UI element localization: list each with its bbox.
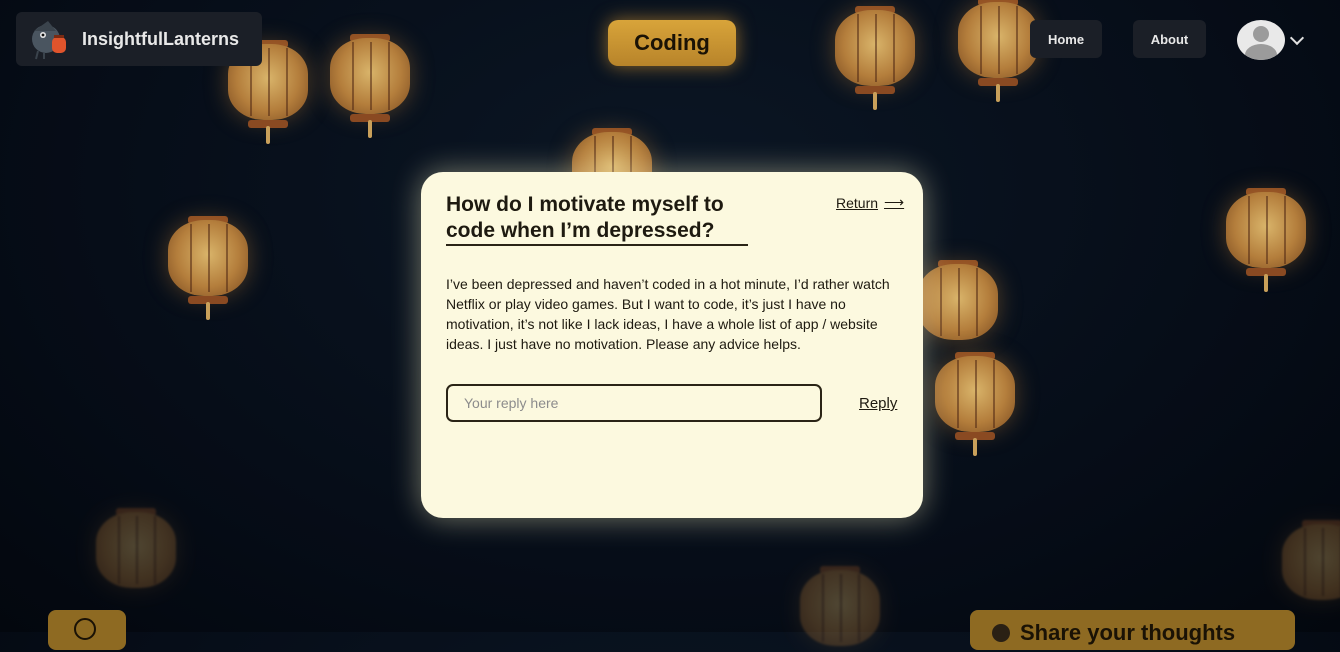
return-link[interactable]: Return ⟶ (836, 194, 904, 211)
lantern-decoration (1226, 184, 1306, 292)
avatar-icon[interactable] (1237, 20, 1285, 60)
post-title: How do I motivate myself to code when I’… (446, 192, 748, 246)
category-badge: Coding (608, 20, 736, 66)
brand-name: InsightfulLanterns (82, 28, 239, 49)
lantern-decoration (1282, 516, 1340, 606)
reply-input[interactable] (446, 384, 822, 422)
lantern-decoration (935, 348, 1015, 456)
post-body: I’ve been depressed and haven’t coded in… (446, 276, 890, 352)
lantern-decoration (330, 30, 410, 138)
share-label: Share your thoughts (1020, 620, 1236, 645)
lantern-decoration (918, 256, 998, 346)
lantern-decoration (958, 0, 1038, 102)
lantern-decoration (800, 562, 880, 652)
refresh-icon (74, 618, 96, 640)
refresh-button[interactable] (48, 610, 126, 650)
about-button[interactable]: About (1133, 20, 1206, 58)
share-icon (992, 624, 1010, 642)
home-button[interactable]: Home (1030, 20, 1102, 58)
share-thoughts-button[interactable]: Share your thoughts (970, 610, 1295, 650)
reply-button[interactable]: Reply (859, 395, 897, 412)
post-card: How do I motivate myself to code when I’… (421, 172, 923, 518)
chevron-down-icon[interactable] (1289, 30, 1305, 46)
lantern-decoration (96, 504, 176, 594)
arrow-right-icon: ⟶ (884, 194, 905, 210)
lantern-decoration (168, 212, 248, 320)
return-label: Return (836, 194, 879, 211)
brand-home-link[interactable]: InsightfulLanterns (16, 12, 262, 66)
lantern-decoration (835, 2, 915, 110)
logo-icon (32, 21, 66, 60)
